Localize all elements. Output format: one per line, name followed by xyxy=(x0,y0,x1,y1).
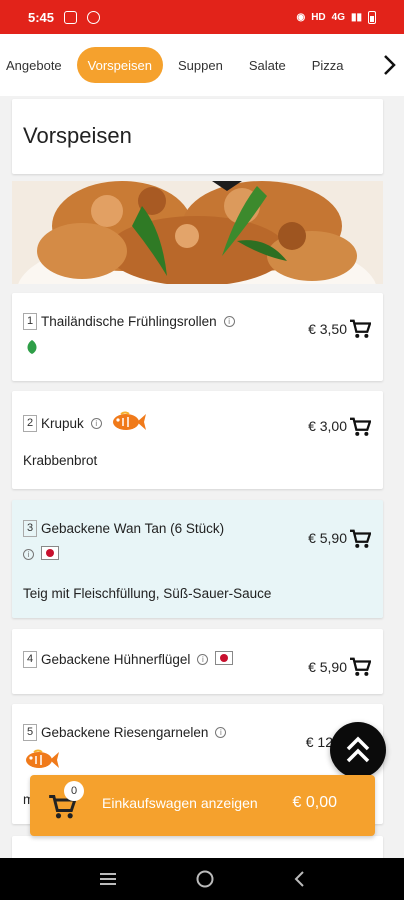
battery-icon xyxy=(368,10,376,24)
menu-item[interactable]: 3 Gebackene Wan Tan (6 Stück) i € 5,90 T… xyxy=(12,500,383,618)
cart-total: € 0,00 xyxy=(292,794,337,811)
item-name: Thailändische Frühlingsrollen xyxy=(41,314,217,329)
info-icon[interactable]: i xyxy=(215,727,227,738)
item-price: € 5,90 xyxy=(308,659,347,675)
tab-angebote[interactable]: Angebote xyxy=(0,47,73,83)
home-icon[interactable] xyxy=(195,869,215,889)
back-icon[interactable] xyxy=(292,870,306,888)
hd-icon: HD xyxy=(311,11,326,23)
eye-icon: ◉ xyxy=(296,11,306,23)
network-label: 4G xyxy=(331,11,345,23)
status-time: 5:45 xyxy=(28,9,55,25)
signal-icon: ▮▮ xyxy=(350,11,362,23)
cart-count-badge: 0 xyxy=(64,781,84,801)
item-name: Gebackene Hühnerflügel xyxy=(41,652,191,667)
system-nav-bar xyxy=(0,858,404,900)
tab-pizza[interactable]: Pizza xyxy=(301,47,355,83)
leaf-icon xyxy=(25,339,39,360)
scroll-to-top-button[interactable] xyxy=(330,722,386,778)
item-description: Krabbenbrot xyxy=(23,453,98,468)
menu-item[interactable]: 1 Thailändische Frühlingsrollen i € 3,50 xyxy=(12,293,383,381)
item-price: € 5,90 xyxy=(308,530,347,546)
tab-suppen[interactable]: Suppen xyxy=(167,47,234,83)
item-number: 4 xyxy=(23,651,37,668)
add-to-cart-icon[interactable] xyxy=(349,657,371,677)
info-icon[interactable]: i xyxy=(223,316,235,327)
item-number: 3 xyxy=(23,520,37,537)
view-cart-button[interactable]: 0 Einkaufswagen anzeigen € 0,00 xyxy=(30,775,375,836)
section-title: Vorspeisen xyxy=(23,123,132,148)
section-header-card: Vorspeisen xyxy=(12,99,383,174)
add-to-cart-icon[interactable] xyxy=(349,319,371,339)
recent-apps-icon[interactable] xyxy=(98,871,118,887)
item-price: € 3,50 xyxy=(308,321,347,337)
menu-item[interactable]: 4 Gebackene Hühnerflügel i € 5,90 xyxy=(12,629,383,694)
item-number: 2 xyxy=(23,415,37,432)
fish-icon xyxy=(22,749,60,776)
category-tabs: Angebote Vorspeisen Suppen Salate Pizza xyxy=(0,34,404,96)
item-price: € 12 xyxy=(305,734,333,750)
chevron-right-icon[interactable] xyxy=(376,34,404,96)
info-icon[interactable]: i xyxy=(90,418,102,429)
item-number: 5 xyxy=(23,724,37,741)
fish-icon xyxy=(109,411,147,436)
item-name: Gebackene Riesengarnelen xyxy=(41,725,209,740)
item-name: Krupuk xyxy=(41,416,84,431)
app-notification-icon xyxy=(87,10,101,24)
item-number: 1 xyxy=(23,313,37,330)
add-to-cart-icon[interactable] xyxy=(349,529,371,549)
menu-item[interactable] xyxy=(12,836,383,858)
tab-vorspeisen[interactable]: Vorspeisen xyxy=(76,47,163,83)
item-description: Teig mit Fleischfüllung, Süß-Sauer-Sauce xyxy=(23,586,272,601)
status-bar: 5:45 ◉ HD 4G ▮▮ xyxy=(0,0,404,34)
item-name: Gebackene Wan Tan (6 Stück) xyxy=(41,521,225,536)
item-price: € 3,00 xyxy=(308,418,347,434)
double-chevron-up-icon xyxy=(346,736,370,763)
info-icon[interactable]: i xyxy=(23,549,34,560)
flag-icon xyxy=(41,546,59,563)
info-icon[interactable]: i xyxy=(197,654,209,665)
add-to-cart-icon[interactable] xyxy=(349,417,371,437)
menu-item[interactable]: 2 Krupuk i € 3,00 Krabbenbrot xyxy=(12,391,383,489)
category-image xyxy=(12,181,383,284)
tab-salate[interactable]: Salate xyxy=(238,47,297,83)
cart-label: Einkaufswagen anzeigen xyxy=(102,795,258,811)
flag-icon xyxy=(215,651,234,668)
notification-icon xyxy=(64,10,78,24)
